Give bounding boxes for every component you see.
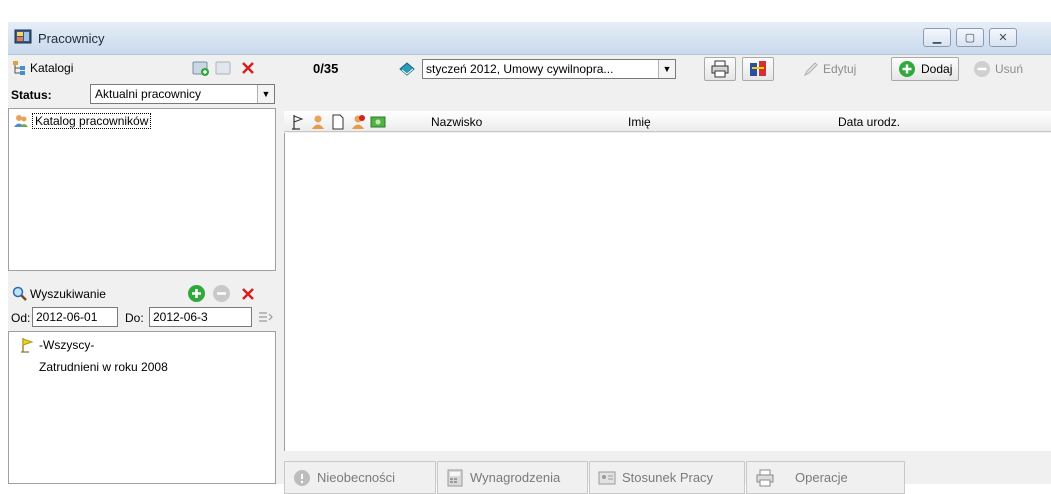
close-button[interactable]: ✕ — [989, 28, 1017, 47]
status-label: Status: — [11, 88, 52, 102]
book-icon — [399, 62, 415, 76]
maximize-icon: ▢ — [964, 32, 976, 44]
period-select[interactable]: styczeń 2012, Umowy cywilnopra... ▼ — [422, 59, 676, 79]
minimize-icon: ▁ — [932, 32, 942, 44]
title-bar[interactable]: Pracownicy ▁ ▢ ✕ — [8, 22, 1051, 55]
edit-button[interactable]: Edytuj — [798, 57, 861, 81]
search-item-label: -Wszyscy- — [39, 338, 95, 352]
window-content: Katalogi Status: Aktualni pracownicy ▼ K… — [8, 55, 1051, 494]
column-header-nazwisko[interactable]: Nazwisko — [431, 115, 482, 129]
window-icon — [14, 29, 32, 44]
grid-header: Nazwisko Imię Data urodz. — [284, 111, 1051, 132]
list-item[interactable]: Katalog pracowników — [13, 113, 152, 129]
employee-grid[interactable] — [284, 133, 1051, 451]
flag-column-icon[interactable] — [290, 114, 306, 130]
print-button[interactable] — [704, 57, 736, 81]
pencil-icon — [803, 62, 818, 77]
catalog-tree-icon — [13, 61, 25, 75]
search-list: -Wszyscy- Zatrudnieni w roku 2008 — [8, 331, 276, 484]
employment-relation-button[interactable]: Stosunek Pracy — [589, 461, 745, 494]
maximize-button[interactable]: ▢ — [956, 28, 984, 47]
list-item[interactable]: Zatrudnieni w roku 2008 — [39, 360, 168, 374]
column-header-imie[interactable]: Imię — [628, 115, 651, 129]
delete-label: Usuń — [995, 62, 1024, 76]
add-label: Dodaj — [921, 62, 953, 76]
add-button[interactable]: Dodaj — [891, 57, 960, 81]
list-item[interactable]: -Wszyscy- — [19, 337, 94, 353]
date-to-input[interactable]: 2012-06-3 — [149, 307, 252, 327]
add-icon — [899, 61, 915, 77]
printer-icon — [711, 60, 729, 78]
absences-button[interactable]: Nieobecności — [284, 461, 436, 494]
money-icon[interactable] — [370, 114, 386, 130]
person-icon[interactable] — [310, 114, 326, 130]
flag-icon — [21, 338, 34, 353]
delete-filter-icon[interactable] — [240, 286, 256, 302]
period-value: styczeń 2012, Umowy cywilnopra... — [426, 62, 614, 76]
employment-relation-label: Stosunek Pracy — [622, 470, 714, 485]
date-from-label: Od: — [11, 311, 31, 325]
date-range-icon[interactable] — [257, 309, 273, 325]
add-folder-icon[interactable] — [192, 59, 210, 77]
operations-label: Operacje — [795, 470, 848, 485]
delete-catalog-icon[interactable] — [240, 60, 256, 76]
status-value: Aktualni pracownicy — [95, 87, 202, 101]
operations-button[interactable]: Operacje — [746, 461, 905, 494]
catalog-list: Katalog pracowników — [8, 108, 276, 271]
date-from-input[interactable]: 2012-06-01 — [32, 307, 118, 327]
chevron-down-icon[interactable]: ▼ — [257, 85, 274, 103]
date-to-label: Do: — [125, 311, 144, 325]
salaries-label: Wynagrodzenia — [470, 470, 561, 485]
absences-label: Nieobecności — [317, 470, 396, 485]
remove-icon — [974, 61, 990, 77]
search-toolbar: Wyszukiwanie — [8, 281, 276, 307]
search-icon — [12, 286, 27, 301]
column-header-data-urodz[interactable]: Data urodz. — [838, 115, 900, 129]
minimize-button[interactable]: ▁ — [923, 28, 951, 47]
document-icon[interactable] — [330, 114, 346, 130]
search-item-label: Zatrudnieni w roku 2008 — [39, 360, 168, 374]
record-count: 0/35 — [313, 61, 339, 76]
chevron-down-icon[interactable]: ▼ — [658, 60, 675, 78]
add-filter-icon[interactable] — [187, 284, 206, 303]
person-alert-icon[interactable] — [350, 114, 366, 130]
remove-filter-icon[interactable] — [212, 284, 231, 303]
folder-edit-icon[interactable] — [215, 59, 233, 77]
window-title: Pracownicy — [38, 31, 105, 46]
status-select[interactable]: Aktualni pracownicy ▼ — [90, 84, 275, 104]
users-icon — [14, 115, 28, 127]
close-icon: ✕ — [998, 32, 1008, 44]
catalogs-toolbar: Katalogi — [8, 55, 276, 81]
export-button[interactable] — [742, 57, 774, 81]
export-icon — [750, 61, 766, 76]
edit-label: Edytuj — [823, 62, 857, 76]
employees-window: Pracownicy ▁ ▢ ✕ Katalogi Status: Aktual… — [8, 22, 1051, 494]
catalog-item-label: Katalog pracowników — [32, 113, 152, 129]
salaries-button[interactable]: Wynagrodzenia — [437, 461, 588, 494]
search-title: Wyszukiwanie — [30, 287, 106, 301]
catalogs-title: Katalogi — [30, 61, 74, 75]
delete-button[interactable]: Usuń — [968, 57, 1028, 81]
